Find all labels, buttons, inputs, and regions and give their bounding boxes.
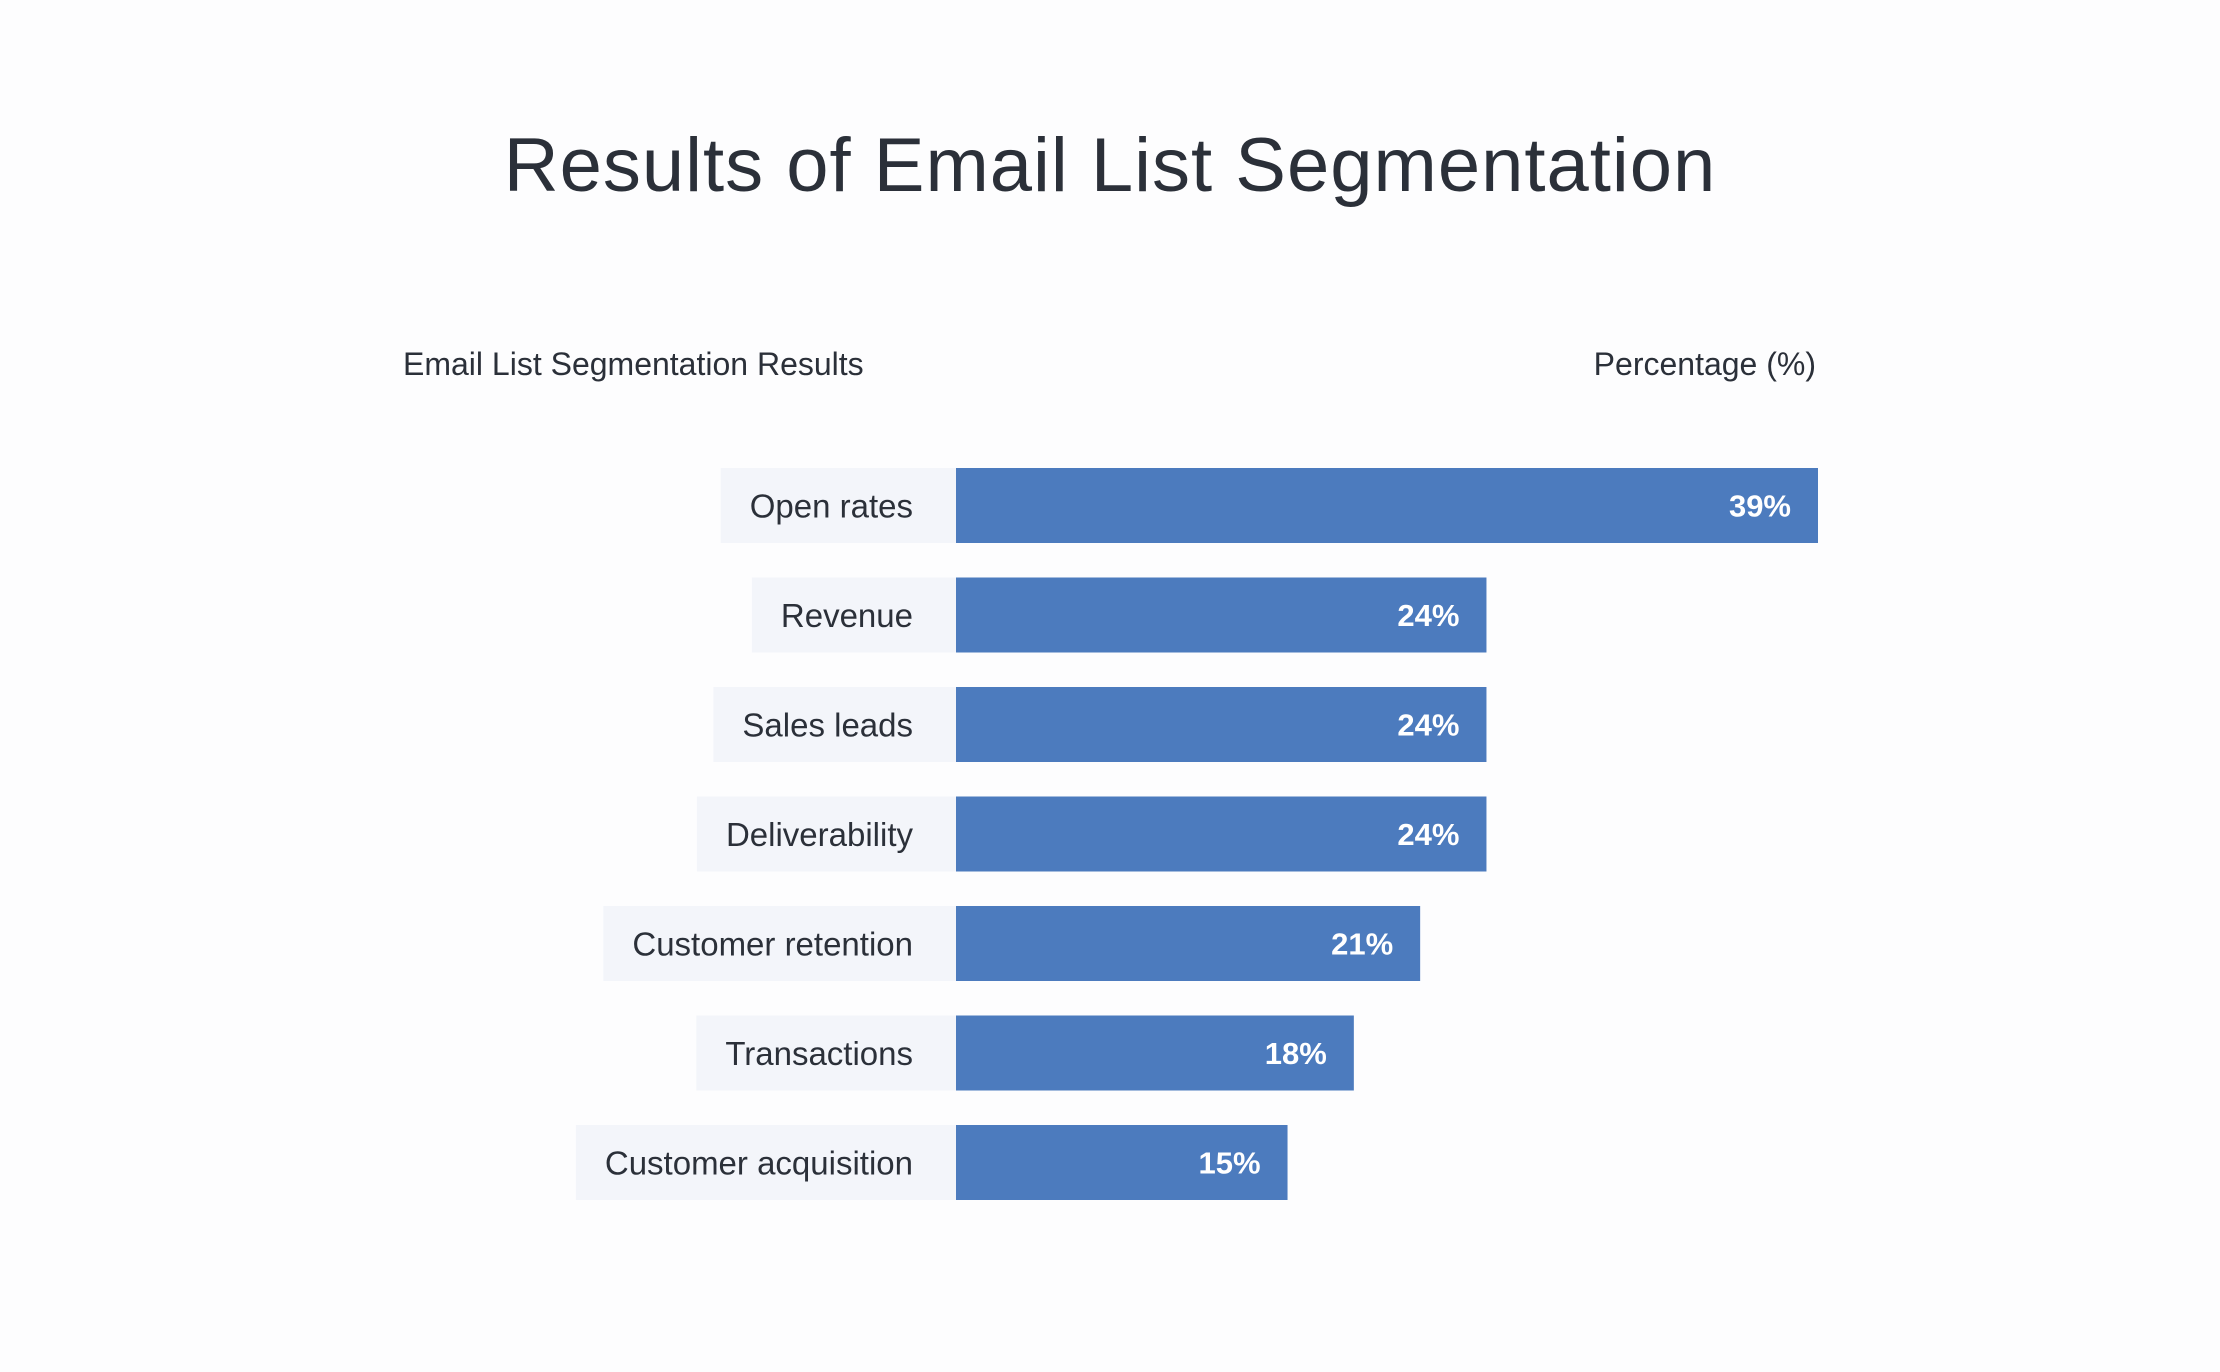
value-label: 24%	[1397, 817, 1459, 852]
category-label: Sales leads	[742, 707, 913, 744]
value-label: 18%	[1265, 1036, 1327, 1071]
category-label: Deliverability	[726, 816, 914, 853]
category-label: Transactions	[725, 1035, 913, 1072]
category-label: Open rates	[750, 488, 913, 525]
category-label: Revenue	[781, 597, 913, 634]
value-label: 24%	[1397, 598, 1459, 633]
value-label: 21%	[1331, 927, 1393, 962]
value-label: 24%	[1397, 708, 1459, 743]
bar-chart: Open rates 39% Revenue 24% Sales leads 24% Del…	[575, 468, 1818, 1200]
value-label: 39%	[1729, 489, 1791, 524]
value-label: 15%	[1198, 1146, 1260, 1181]
category-label: Customer acquisition	[605, 1145, 913, 1182]
category-label: Customer retention	[632, 926, 913, 963]
bar	[956, 468, 1818, 543]
